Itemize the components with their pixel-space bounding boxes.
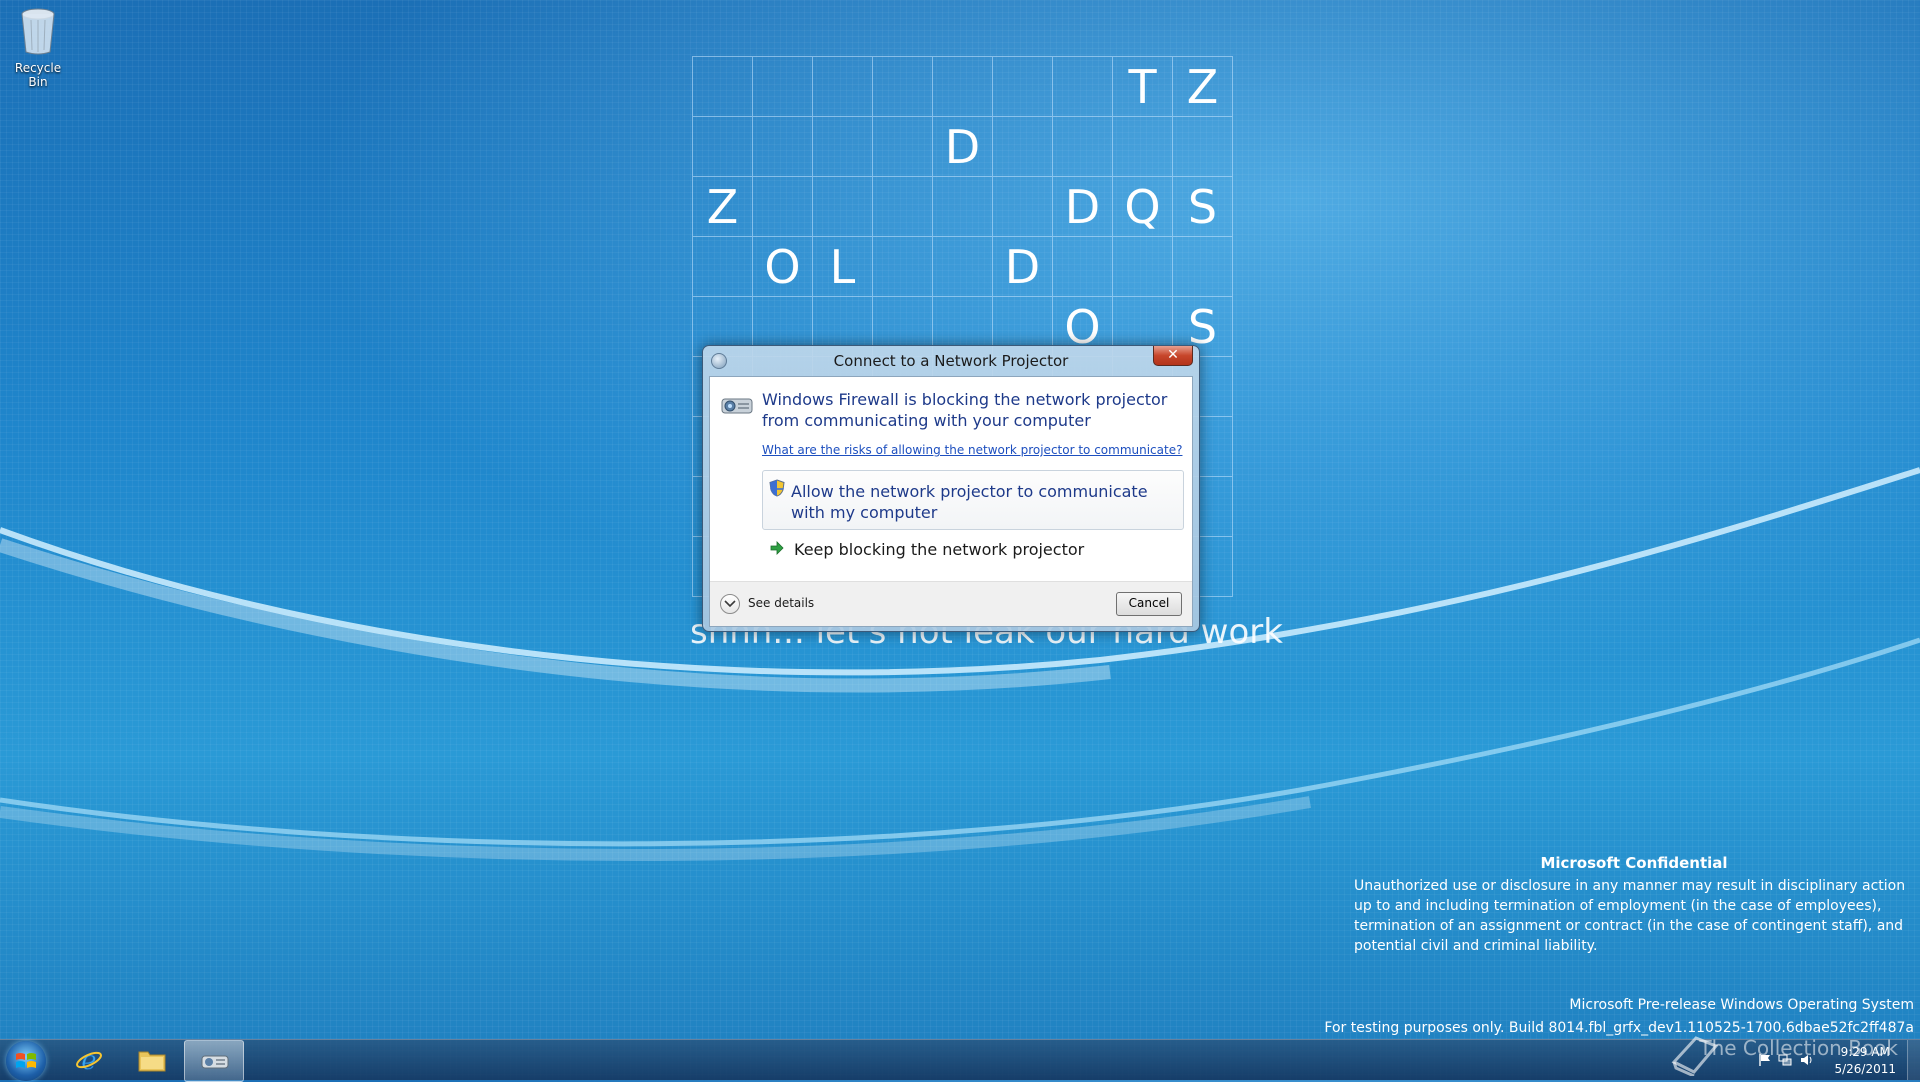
show-desktop-button[interactable] (1907, 1040, 1920, 1080)
grid-cell (933, 177, 993, 237)
desktop-icon-recycle-bin[interactable]: Recycle Bin (4, 6, 72, 89)
confidential-watermark: Microsoft Confidential Unauthorized use … (1354, 854, 1914, 956)
grid-cell: D (993, 237, 1053, 297)
watermark-title: Microsoft Confidential (1540, 854, 1728, 872)
grid-cell (873, 117, 933, 177)
grid-cell (873, 57, 933, 117)
grid-cell (753, 177, 813, 237)
cancel-button[interactable]: Cancel (1116, 592, 1182, 616)
dialog-title-bar[interactable]: Connect to a Network Projector ✕ (703, 346, 1199, 372)
grid-cell (1113, 237, 1173, 297)
watermark-os: Microsoft Pre-release Windows Operating … (1569, 997, 1914, 1013)
chevron-down-icon (724, 600, 736, 608)
shield-icon (769, 479, 785, 497)
grid-cell (693, 117, 753, 177)
watermark-body: Unauthorized use or disclosure in any ma… (1354, 878, 1906, 954)
grid-cell (1113, 117, 1173, 177)
grid-cell (813, 177, 873, 237)
grid-cell (993, 57, 1053, 117)
start-orb-icon (16, 1053, 36, 1068)
taskbar-network-projector[interactable] (184, 1040, 244, 1082)
grid-cell (693, 57, 753, 117)
see-details-label[interactable]: See details (748, 596, 814, 610)
grid-cell (873, 237, 933, 297)
close-button[interactable]: ✕ (1153, 346, 1193, 366)
grid-cell (993, 177, 1053, 237)
see-details-toggle[interactable] (720, 594, 740, 614)
grid-cell (693, 237, 753, 297)
grid-cell (993, 117, 1053, 177)
grid-cell: D (933, 117, 993, 177)
grid-cell (1053, 237, 1113, 297)
dialog-footer: See details Cancel (710, 581, 1192, 626)
projector-icon (721, 398, 753, 414)
main-instruction: Windows Firewall is blocking the network… (762, 390, 1168, 430)
green-arrow-icon (770, 541, 784, 555)
grid-cell (753, 117, 813, 177)
overlay-brand: The Collection Book (1699, 1036, 1898, 1060)
start-button[interactable] (6, 1041, 46, 1081)
taskbar: e 9:29 AM 5/26/2011 (0, 1039, 1920, 1082)
taskbar-file-explorer[interactable] (122, 1040, 180, 1080)
grid-cell (933, 237, 993, 297)
grid-cell: Q (1113, 177, 1173, 237)
grid-cell (753, 57, 813, 117)
clock-date: 5/26/2011 (1834, 1062, 1896, 1076)
grid-cell: L (813, 237, 873, 297)
network-projector-dialog: Connect to a Network Projector ✕ Windows… (702, 345, 1200, 632)
grid-cell: D (1053, 177, 1113, 237)
allow-projector-label: Allow the network projector to communica… (791, 482, 1148, 522)
grid-cell (933, 57, 993, 117)
grid-cell: Z (693, 177, 753, 237)
svg-text:e: e (81, 1046, 96, 1074)
grid-cell (1173, 117, 1233, 177)
keep-blocking-command[interactable]: Keep blocking the network projector (762, 535, 1182, 565)
grid-cell (813, 57, 873, 117)
grid-cell (1053, 57, 1113, 117)
grid-cell (813, 117, 873, 177)
grid-cell: T (1113, 57, 1173, 117)
keep-blocking-label: Keep blocking the network projector (794, 540, 1085, 559)
recycle-bin-label: Recycle Bin (14, 61, 62, 89)
taskbar-internet-explorer[interactable]: e (60, 1040, 118, 1080)
grid-cell: Z (1173, 57, 1233, 117)
recycle-bin-icon (21, 8, 55, 55)
grid-cell (1173, 237, 1233, 297)
network-projector-icon (201, 1055, 229, 1069)
internet-explorer-icon: e (76, 1046, 102, 1074)
allow-projector-command[interactable]: Allow the network projector to communica… (762, 470, 1184, 530)
dialog-title: Connect to a Network Projector (833, 352, 1069, 370)
risks-help-link[interactable]: What are the risks of allowing the netwo… (762, 443, 1182, 457)
grid-cell (873, 177, 933, 237)
grid-cell (1053, 117, 1113, 177)
grid-cell: S (1173, 177, 1233, 237)
watermark-build: For testing purposes only. Build 8014.fb… (1324, 1020, 1914, 1036)
grid-cell: O (753, 237, 813, 297)
dialog-content: Windows Firewall is blocking the network… (709, 376, 1193, 627)
folder-icon (138, 1051, 166, 1072)
